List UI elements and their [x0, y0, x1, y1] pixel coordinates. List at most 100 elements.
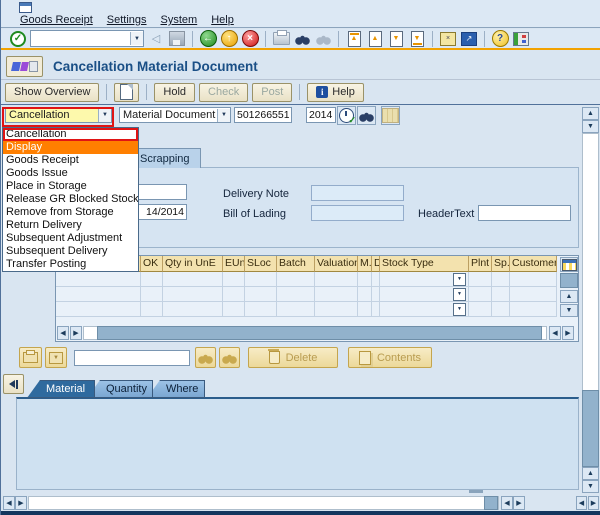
menu-settings[interactable]: Settings: [100, 14, 154, 26]
show-overview-button[interactable]: Show Overview: [5, 82, 100, 102]
dropdown-item-subsequent-adjustment[interactable]: Subsequent Adjustment: [3, 232, 138, 245]
collapse-detail-button[interactable]: [3, 374, 24, 394]
reference-combo[interactable]: Material Document ▼: [119, 107, 231, 123]
dropdown-item-return-delivery[interactable]: Return Delivery: [3, 219, 138, 232]
tab-material[interactable]: Material: [27, 380, 95, 398]
table-row[interactable]: ▼: [56, 287, 557, 302]
contents-button[interactable]: Contents: [348, 347, 432, 368]
first-page-icon[interactable]: ▲: [345, 30, 363, 48]
item-overview-icon[interactable]: [381, 106, 400, 125]
table-settings-button[interactable]: [560, 257, 578, 272]
dropdown-item-place-in-storage[interactable]: Place in Storage: [3, 180, 138, 193]
tab-scrapping[interactable]: Scrapping: [131, 148, 201, 168]
transaction-icon[interactable]: [6, 56, 43, 77]
post-button[interactable]: Post: [252, 82, 293, 102]
page-scroll-up-icon[interactable]: ▲: [582, 107, 599, 120]
new-document-button[interactable]: [114, 82, 140, 102]
table-scroll-right-icon[interactable]: ▶: [562, 326, 574, 340]
column-header-stock-type[interactable]: Stock Type: [380, 256, 469, 272]
execute-icon[interactable]: [337, 106, 356, 126]
dropdown-item-cancellation[interactable]: Cancellation: [3, 128, 138, 141]
find-icon[interactable]: [293, 30, 311, 48]
table-hscroll-thumb[interactable]: [97, 326, 542, 340]
find-next-icon[interactable]: [314, 30, 332, 48]
page-scroll-down-icon[interactable]: ▼: [582, 480, 599, 493]
new-session-icon[interactable]: ×: [439, 30, 457, 48]
resize-grip[interactable]: [469, 490, 483, 493]
column-header-m[interactable]: M..: [358, 256, 372, 272]
shortcut-icon[interactable]: ↗: [460, 30, 478, 48]
menu-goods-receipt[interactable]: Goods Receipt: [13, 14, 100, 26]
page-scroll-left-icon[interactable]: ◀: [3, 496, 15, 510]
table-row[interactable]: ▼: [56, 302, 557, 317]
enter-icon[interactable]: ✓: [9, 30, 27, 48]
tab-where[interactable]: Where: [147, 380, 205, 398]
page-down-icon[interactable]: ▼: [387, 30, 405, 48]
cancel-icon[interactable]: ×: [241, 30, 259, 48]
print-icon[interactable]: [272, 30, 290, 48]
column-header-plnt[interactable]: Plnt: [469, 256, 492, 272]
header-text-input[interactable]: [478, 205, 571, 221]
page-scroll-left-icon[interactable]: ◀: [501, 496, 513, 510]
command-field[interactable]: ▼: [30, 30, 144, 47]
page-vscroll-thumb[interactable]: [582, 390, 599, 467]
item-find-button[interactable]: [195, 347, 216, 368]
page-scroll-right-icon[interactable]: ▶: [15, 496, 27, 510]
page-hscroll-track[interactable]: [28, 496, 499, 510]
action-combo-dropdown-icon[interactable]: ▼: [98, 108, 111, 122]
stock-type-dropdown-icon[interactable]: ▼: [453, 302, 466, 316]
item-find-next-button[interactable]: [219, 347, 240, 368]
column-header-d[interactable]: D: [372, 256, 380, 272]
back-triangle-icon[interactable]: ◁: [147, 30, 165, 48]
command-input[interactable]: [31, 31, 130, 46]
column-header-eun[interactable]: EUn: [223, 256, 245, 272]
menu-help[interactable]: Help: [204, 14, 241, 26]
table-scroll-up-icon[interactable]: ▲: [560, 290, 578, 303]
last-page-icon[interactable]: ▼: [408, 30, 426, 48]
column-header-ok[interactable]: OK: [141, 256, 163, 272]
document-year-input[interactable]: [306, 107, 336, 123]
item-sort-button[interactable]: ▼: [45, 347, 67, 368]
page-scroll-right-icon[interactable]: ▶: [513, 496, 525, 510]
table-scroll-down-icon[interactable]: ▼: [560, 304, 578, 317]
dropdown-item-release-gr-blocked-stock[interactable]: Release GR Blocked Stock: [3, 193, 138, 206]
table-scroll-left-icon[interactable]: ◀: [549, 326, 561, 340]
column-header-sloc[interactable]: SLoc: [245, 256, 277, 272]
page-up-icon[interactable]: ▲: [366, 30, 384, 48]
dropdown-item-goods-issue[interactable]: Goods Issue: [3, 167, 138, 180]
search-icon[interactable]: [357, 106, 376, 125]
hold-button[interactable]: Hold: [154, 82, 196, 102]
document-number-input[interactable]: [234, 107, 292, 123]
corner-scroll-left-icon[interactable]: ◀: [576, 496, 587, 510]
check-button[interactable]: Check: [199, 82, 249, 102]
item-print-button[interactable]: [19, 347, 42, 368]
help-icon[interactable]: ?: [491, 30, 509, 48]
exit-icon[interactable]: ↑: [220, 30, 238, 48]
back-icon[interactable]: ←: [199, 30, 217, 48]
stock-type-dropdown-icon[interactable]: ▼: [453, 272, 466, 286]
table-scroll-left-icon[interactable]: ◀: [57, 326, 69, 340]
reference-combo-dropdown-icon[interactable]: ▼: [217, 108, 230, 122]
table-scroll-right-icon[interactable]: ▶: [70, 326, 82, 340]
tab-quantity[interactable]: Quantity: [87, 380, 153, 398]
dropdown-item-remove-from-storage[interactable]: Remove from Storage: [3, 206, 138, 219]
command-dropdown-icon[interactable]: ▼: [130, 32, 143, 45]
dropdown-item-transfer-posting[interactable]: Transfer Posting: [3, 258, 138, 271]
dropdown-item-display[interactable]: Display: [3, 141, 138, 154]
page-scroll-up-icon[interactable]: ▲: [582, 467, 599, 480]
column-header-batch[interactable]: Batch: [277, 256, 315, 272]
dropdown-item-goods-receipt[interactable]: Goods Receipt: [3, 154, 138, 167]
customize-layout-icon[interactable]: [512, 30, 530, 48]
action-combo[interactable]: Cancellation ▼: [5, 107, 112, 123]
page-hscroll-thumb[interactable]: [484, 496, 498, 510]
column-header-customer[interactable]: Customer: [510, 256, 557, 272]
corner-scroll-right-icon[interactable]: ▶: [588, 496, 599, 510]
column-header-sp[interactable]: Sp..: [492, 256, 510, 272]
page-scroll-down-icon[interactable]: ▼: [582, 120, 599, 133]
menu-system[interactable]: System: [154, 14, 205, 26]
table-row[interactable]: ▼: [56, 272, 557, 287]
help-button[interactable]: i Help: [307, 82, 364, 102]
dropdown-item-subsequent-delivery[interactable]: Subsequent Delivery: [3, 245, 138, 258]
table-vscroll-thumb[interactable]: [560, 273, 578, 288]
column-header-valuation[interactable]: Valuation T..: [315, 256, 358, 272]
